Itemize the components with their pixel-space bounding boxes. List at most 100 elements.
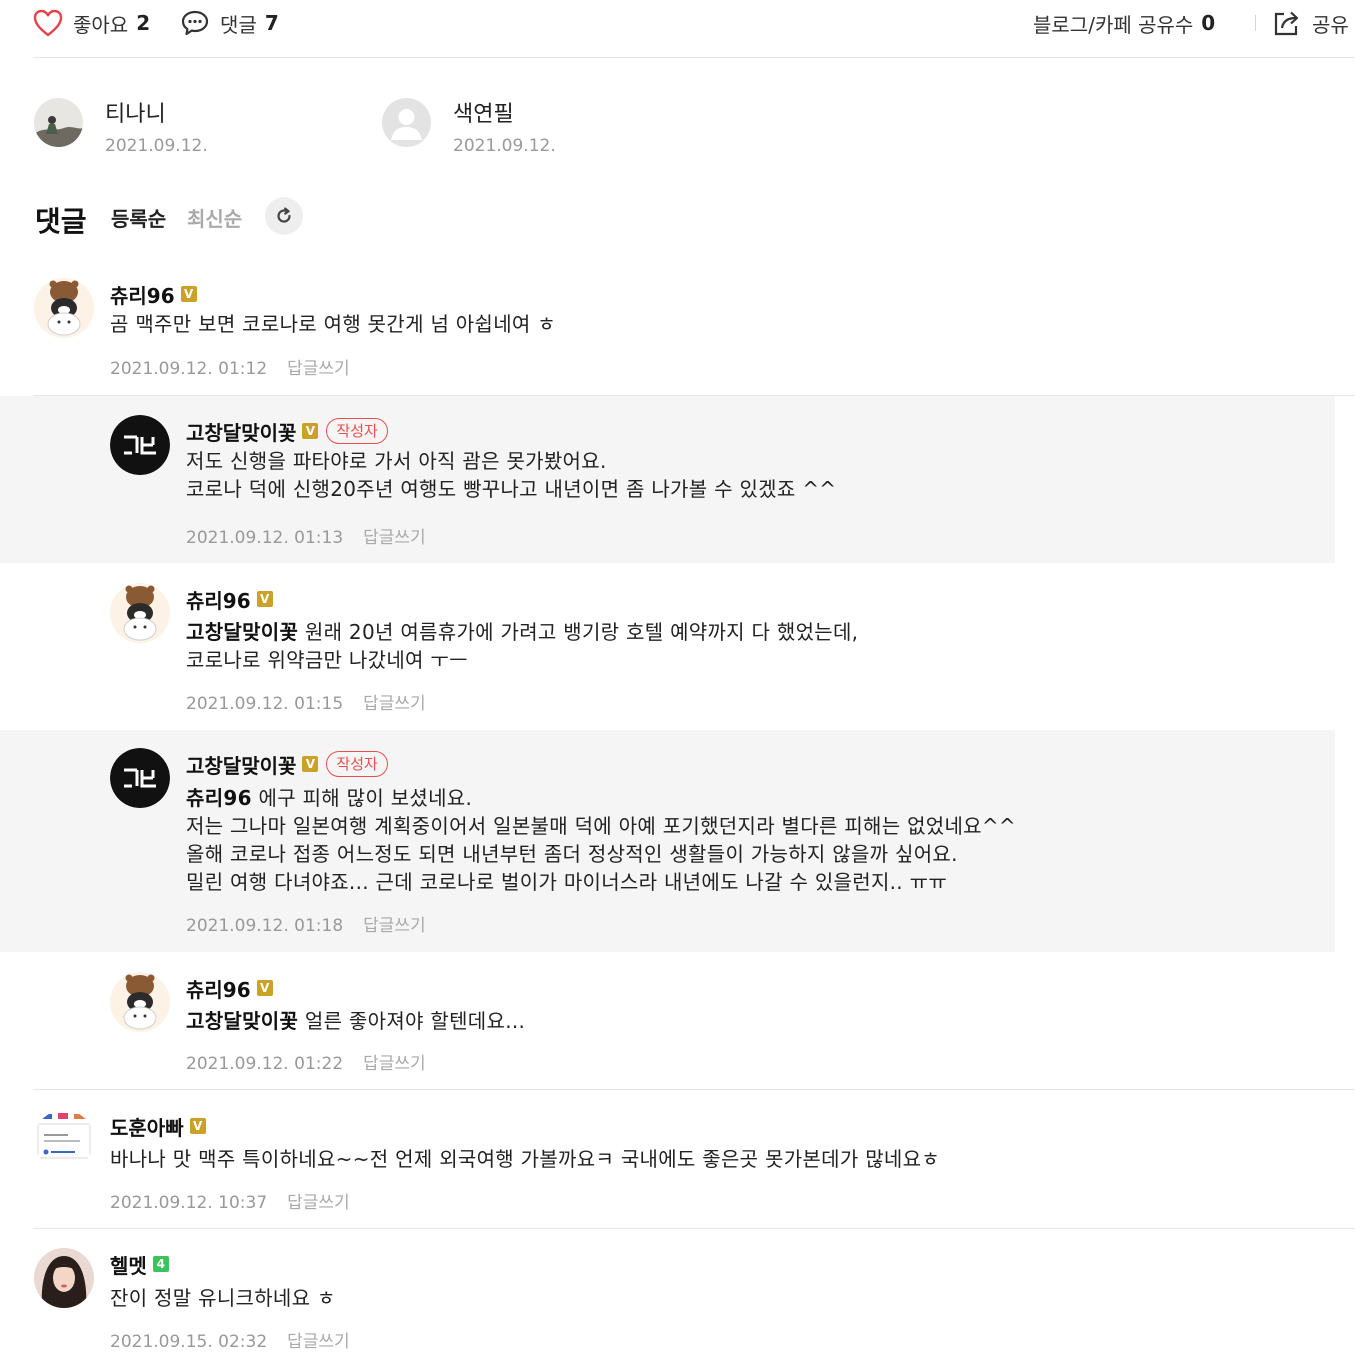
comment-time: 2021.09.12. 01:13 — [186, 528, 344, 548]
reply-button[interactable]: 답글쓰기 — [363, 1054, 426, 1074]
comment-nickname[interactable]: 고창달맞이꽃 — [186, 417, 296, 446]
divider — [1255, 15, 1256, 31]
like-count: 2 — [136, 11, 151, 35]
comment-text: 저도 신행을 파타야로 가서 아직 괌은 못가봤어요. 코로나 덕에 신행20주… — [186, 447, 836, 503]
comment-text: 바나나 맛 맥주 특이하네요~~전 언제 외국여행 가볼까요ㅋ 국내에도 좋은곳… — [110, 1145, 940, 1173]
comment-nickname[interactable]: 헬멧 — [110, 1250, 147, 1279]
comment-text: 츄리96 에구 피해 많이 보셨네요. 저는 그나마 일본여행 계획중이어서 일… — [186, 784, 1016, 896]
liker-name[interactable]: 색연필 — [453, 96, 514, 128]
avatar[interactable] — [34, 1110, 94, 1170]
level-badge-icon: V — [256, 591, 273, 607]
author-badge: 작성자 — [326, 751, 388, 777]
avatar — [382, 98, 431, 147]
level-badge-icon: 4 — [152, 1256, 169, 1272]
comment-text: 곰 맥주만 보면 코로나로 여행 못간게 넘 아쉽네여 ㅎ — [110, 310, 556, 338]
sort-registered-tab[interactable]: 등록순 — [111, 203, 166, 232]
sort-latest-tab[interactable]: 최신순 — [187, 203, 242, 232]
level-badge-icon: V — [302, 756, 319, 772]
reply-button[interactable]: 답글쓰기 — [363, 528, 426, 548]
liker-date: 2021.09.12. — [453, 136, 556, 156]
liker-date: 2021.09.12. — [105, 136, 208, 156]
comment-nickname[interactable]: 츄리96 — [110, 280, 175, 309]
comment-line-text: 얼른 좋아져야 할텐데요... — [304, 1009, 526, 1033]
heart-icon — [33, 9, 63, 37]
comment-line: 곰 맥주만 보면 코로나로 여행 못간게 넘 아쉽네여 ㅎ — [110, 312, 556, 336]
comment-meta: 2021.09.12. 10:37 답글쓰기 — [110, 1188, 350, 1213]
divider — [33, 1089, 1355, 1090]
mention-link[interactable]: 고창달맞이꽃 — [186, 1009, 298, 1033]
comment-text: 고창달맞이꽃 원래 20년 여름휴가에 가려고 뱅기랑 호텔 예약까지 다 했었… — [186, 618, 858, 674]
reply-button[interactable]: 답글쓰기 — [363, 916, 426, 936]
level-badge-icon: V — [256, 980, 273, 996]
liker-name[interactable]: 티나니 — [105, 96, 166, 128]
comment-time: 2021.09.12. 01:12 — [110, 359, 268, 379]
comment-header: 츄리96 V — [186, 583, 273, 615]
avatar[interactable] — [34, 278, 94, 338]
comment-text: 잔이 정말 유니크하네요 ㅎ — [110, 1284, 336, 1312]
comment-header: 헬멧 4 — [110, 1248, 169, 1280]
comment-nickname[interactable]: 고창달맞이꽃 — [186, 750, 296, 779]
comment-time: 2021.09.12. 01:22 — [186, 1054, 344, 1074]
comment-line-text: 원래 20년 여름휴가에 가려고 뱅기랑 호텔 예약까지 다 했었는데, — [304, 620, 859, 644]
divider — [33, 57, 1355, 58]
comment-line: 올해 코로나 접종 어느정도 되면 내년부턴 좀더 정상적인 생활들이 가능하지… — [186, 842, 958, 866]
comment-line: 잔이 정말 유니크하네요 ㅎ — [110, 1286, 336, 1310]
avatar[interactable] — [110, 415, 170, 475]
comment-header: 츄리96 V — [110, 278, 197, 310]
share-button[interactable]: 공유 — [1272, 8, 1349, 38]
comment-meta: 2021.09.12. 01:12 답글쓰기 — [110, 354, 350, 379]
comment-nickname[interactable]: 도훈아빠 — [110, 1112, 184, 1141]
comment-meta: 2021.09.12. 01:22 답글쓰기 — [186, 1049, 426, 1074]
refresh-button[interactable] — [265, 197, 303, 235]
comment-line: 바나나 맛 맥주 특이하네요~~전 언제 외국여행 가볼까요ㅋ 국내에도 좋은곳… — [110, 1147, 940, 1171]
like-button[interactable]: 좋아요 2 — [33, 8, 150, 38]
comment-line: 고창달맞이꽃 원래 20년 여름휴가에 가려고 뱅기랑 호텔 예약까지 다 했었… — [186, 618, 858, 646]
share-count: 블로그/카페 공유수 0 — [1033, 8, 1215, 38]
comment-line: 저도 신행을 파타야로 가서 아직 괌은 못가봤어요. — [186, 449, 607, 473]
level-badge-icon: V — [180, 286, 197, 302]
share-label: 공유 — [1312, 12, 1349, 37]
share-count-label: 블로그/카페 공유수 — [1033, 12, 1194, 37]
divider — [33, 1228, 1355, 1229]
avatar[interactable] — [34, 1248, 94, 1308]
comment-meta: 2021.09.12. 01:15 답글쓰기 — [186, 689, 426, 714]
comment-line: 코로나로 위약금만 나갔네여 ㅜㅡ — [186, 648, 468, 672]
author-badge: 작성자 — [326, 418, 388, 444]
avatar[interactable] — [110, 583, 170, 643]
reply-button[interactable]: 답글쓰기 — [363, 694, 426, 714]
level-badge-icon: V — [302, 423, 319, 439]
like-label: 좋아요 — [73, 12, 129, 37]
comment-header: 고창달맞이꽃 V 작성자 — [186, 748, 388, 780]
comment-line: 코로나 덕에 신행20주년 여행도 빵꾸나고 내년이면 좀 나가볼 수 있겠죠 … — [186, 477, 837, 501]
post-action-bar: 좋아요 2 댓글 7 블로그/카페 공유수 0 공유 — [0, 0, 1361, 48]
refresh-icon — [277, 207, 291, 223]
comment-line: 고창달맞이꽃 얼른 좋아져야 할텐데요... — [186, 1007, 525, 1035]
share-icon — [1274, 11, 1299, 36]
comment-time: 2021.09.12. 01:18 — [186, 916, 344, 936]
comment-header: 고창달맞이꽃 V 작성자 — [186, 415, 388, 447]
mention-link[interactable]: 츄리96 — [186, 786, 252, 810]
comment-header: 츄리96 V — [186, 972, 273, 1004]
reply-button[interactable]: 답글쓰기 — [287, 1332, 350, 1352]
comment-line: 츄리96 에구 피해 많이 보셨네요. — [186, 784, 1016, 812]
avatar — [34, 98, 83, 147]
reply-button[interactable]: 답글쓰기 — [287, 359, 350, 379]
comment-line: 저는 그나마 일본여행 계획중이어서 일본불매 덕에 아예 포기했던지라 별다른… — [186, 814, 1016, 838]
avatar[interactable] — [110, 972, 170, 1032]
avatar[interactable] — [110, 748, 170, 808]
speech-bubble-icon — [181, 10, 209, 36]
comments-title: 댓글 — [35, 205, 87, 238]
comment-time: 2021.09.12. 01:15 — [186, 694, 344, 714]
comment-button[interactable]: 댓글 7 — [180, 8, 279, 38]
comment-nickname[interactable]: 츄리96 — [186, 585, 251, 614]
comment-count: 7 — [264, 11, 279, 35]
comment-meta: 2021.09.15. 02:32 답글쓰기 — [110, 1327, 350, 1352]
comment-nickname[interactable]: 츄리96 — [186, 974, 251, 1003]
comment-time: 2021.09.15. 02:32 — [110, 1332, 268, 1352]
comment-meta: 2021.09.12. 01:13 답글쓰기 — [186, 523, 426, 548]
level-badge-icon: V — [189, 1118, 206, 1134]
reply-button[interactable]: 답글쓰기 — [287, 1193, 350, 1213]
mention-link[interactable]: 고창달맞이꽃 — [186, 620, 298, 644]
comment-header: 도훈아빠 V — [110, 1110, 206, 1142]
comment-label: 댓글 — [220, 12, 257, 37]
